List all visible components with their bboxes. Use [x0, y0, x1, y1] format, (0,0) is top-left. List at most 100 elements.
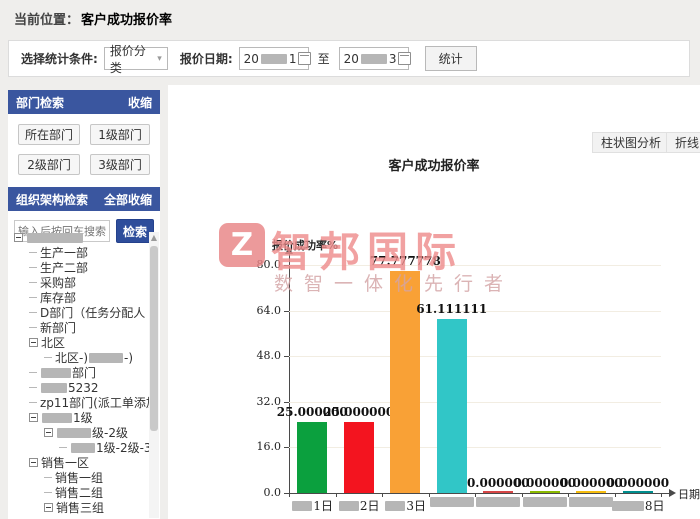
tree-item[interactable]	[8, 230, 160, 245]
y-tick-label: 48.0	[241, 349, 281, 362]
tree-connector	[44, 477, 52, 478]
org-tree: 生产一部生产二部采购部库存部D部门（任务分配人新部门北区北区-)-)部门5232…	[8, 230, 160, 519]
dept-filter-button-4[interactable]: 3级部门	[90, 154, 150, 175]
tree-connector	[29, 297, 37, 298]
x-category-label: 8日	[596, 497, 680, 514]
bar-4[interactable]	[437, 319, 467, 493]
bar-value-label: 0.000000	[596, 476, 680, 490]
tree-item[interactable]: 5232	[8, 380, 160, 395]
censored-text	[261, 54, 287, 64]
tree-collapse-icon[interactable]	[14, 233, 23, 242]
dept-filter-button-1[interactable]: 所在部门	[18, 124, 80, 145]
bar-7[interactable]	[576, 491, 606, 493]
breadcrumb: 当前位置：客户成功报价率	[14, 9, 172, 28]
page-title: 客户成功报价率	[81, 13, 172, 28]
dept-search-header: 部门检索 收缩	[8, 90, 160, 114]
tree-collapse-icon[interactable]	[44, 428, 53, 437]
breadcrumb-prefix: 当前位置：	[14, 13, 79, 28]
gridline	[289, 356, 661, 357]
tree-item[interactable]: 北区-)-)	[8, 350, 160, 365]
bar-6[interactable]	[530, 491, 560, 493]
censored-text	[27, 233, 83, 243]
censored-text	[71, 443, 95, 453]
y-tick-mark	[284, 447, 289, 448]
tree-connector	[29, 387, 37, 388]
tree-connector	[59, 447, 67, 448]
censored-text	[292, 501, 312, 511]
bar-2[interactable]	[344, 422, 374, 493]
dept-buttons-grid: 所在部门 1级部门 2级部门 3级部门	[8, 114, 160, 187]
tree-item[interactable]: 采购部	[8, 275, 160, 290]
x-axis-line	[289, 493, 669, 494]
tree-collapse-icon[interactable]	[29, 458, 38, 467]
label-text: 1级-2级-3	[96, 439, 152, 456]
bar-1[interactable]	[297, 422, 327, 493]
y-axis-title: 报价成功率%	[272, 237, 338, 253]
line-analysis-button[interactable]: 折线图分析	[666, 132, 700, 153]
censored-text	[41, 368, 71, 378]
tree-collapse-icon[interactable]	[44, 503, 53, 512]
condition-selected-value: 报价分类	[110, 42, 157, 76]
scrollbar-thumb[interactable]	[150, 246, 158, 431]
date-from-prefix: 20	[244, 52, 259, 66]
collapse-link[interactable]: 收缩	[128, 94, 152, 111]
org-search-title: 组织架构检索	[16, 191, 88, 208]
tree-item[interactable]: 新部门	[8, 320, 160, 335]
dept-filter-button-3[interactable]: 2级部门	[18, 154, 80, 175]
label-text: 1级	[73, 409, 93, 426]
censored-text	[385, 501, 405, 511]
label-text: zp11部门(派工单添加	[40, 394, 158, 411]
x-axis-title: 日期	[678, 486, 700, 502]
tree-collapse-icon[interactable]	[29, 413, 38, 422]
tree-connector	[29, 327, 37, 328]
y-tick-mark	[284, 356, 289, 357]
tree-item[interactable]: 销售三组	[8, 500, 160, 515]
censored-text	[612, 501, 644, 511]
bar-analysis-button[interactable]: 柱状图分析	[592, 132, 670, 153]
chart-panel: 柱状图分析 折线图分析 客户成功报价率 报价成功率% 日期 0.016.032.…	[168, 85, 700, 519]
tree-item[interactable]: zp11部门(派工单添加	[8, 395, 160, 410]
tree-collapse-icon[interactable]	[29, 338, 38, 347]
date-to-label: 至	[318, 50, 330, 67]
gridline	[289, 265, 661, 266]
censored-text	[89, 353, 123, 363]
tree-connector	[29, 267, 37, 268]
bar-8[interactable]	[623, 491, 653, 493]
tree-item[interactable]: 销售二组	[8, 485, 160, 500]
y-tick-label: 80.0	[241, 258, 281, 271]
tree-item[interactable]: 销售一区	[8, 455, 160, 470]
date-from-input[interactable]: 20 1	[239, 47, 309, 70]
censored-text	[41, 383, 67, 393]
tree-item[interactable]: 生产二部	[8, 260, 160, 275]
scroll-up-icon[interactable]: ▲	[149, 233, 159, 243]
date-to-input[interactable]: 20 3	[339, 47, 409, 70]
tree-item[interactable]: D部门（任务分配人	[8, 305, 160, 320]
tree-item[interactable]: 销售一组	[8, 470, 160, 485]
date-to-suffix: 3	[389, 52, 397, 66]
statistics-button[interactable]: 统计	[425, 46, 477, 71]
tree-item[interactable]: 级-2级	[8, 425, 160, 440]
y-tick-label: 16.0	[241, 440, 281, 453]
y-tick-label: 64.0	[241, 304, 281, 317]
tree-item[interactable]: 北区	[8, 335, 160, 350]
org-search-header: 组织架构检索 全部收缩	[8, 187, 160, 211]
calendar-icon[interactable]	[298, 52, 311, 65]
dept-filter-button-2[interactable]: 1级部门	[90, 124, 150, 145]
bar-5[interactable]	[483, 491, 513, 493]
y-tick-mark	[284, 265, 289, 266]
chevron-down-icon: ▾	[157, 54, 162, 64]
tree-item[interactable]: 部门	[8, 365, 160, 380]
collapse-all-link[interactable]: 全部收缩	[104, 191, 152, 208]
label-text: 部门	[72, 364, 96, 381]
tree-item[interactable]: 1级	[8, 410, 160, 425]
calendar-icon[interactable]	[398, 52, 411, 65]
censored-text	[339, 501, 359, 511]
tree-connector	[29, 402, 37, 403]
tree-item[interactable]: 库存部	[8, 290, 160, 305]
tree-item[interactable]: 1级-2级-3	[8, 440, 160, 455]
sidebar: 部门检索 收缩 所在部门1级部门2级部门3级部门 组织架构检索 全部收缩 检索 …	[8, 90, 160, 519]
condition-select[interactable]: 报价分类 ▾	[104, 47, 168, 70]
tree-item[interactable]: 生产一部	[8, 245, 160, 260]
tree-scrollbar[interactable]: ▲	[149, 232, 159, 518]
label-text: 5232	[68, 381, 99, 395]
